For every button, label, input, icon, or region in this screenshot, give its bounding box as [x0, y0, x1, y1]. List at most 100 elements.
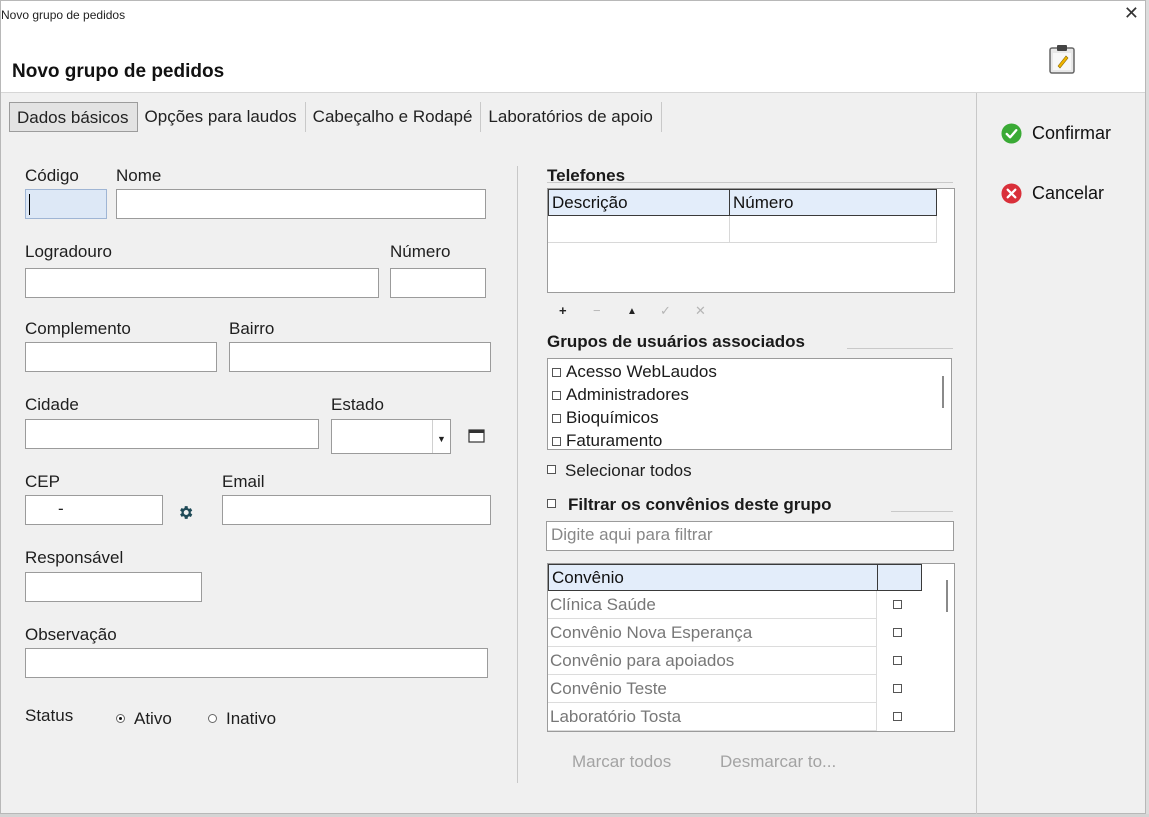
- window-icon[interactable]: [468, 429, 485, 443]
- bairro-field[interactable]: [229, 342, 491, 372]
- table-row[interactable]: Convênio para apoiados: [548, 647, 902, 675]
- dialog-header: Novo grupo de pedidos: [1, 28, 1145, 93]
- table-row[interactable]: Convênio Teste: [548, 675, 902, 703]
- convenio-checkbox[interactable]: [893, 600, 902, 609]
- check-icon[interactable]: ✓: [660, 303, 671, 319]
- cancel-edit-icon[interactable]: ✕: [695, 303, 706, 319]
- col-selecionado[interactable]: [877, 564, 922, 591]
- col-numero[interactable]: Número: [729, 189, 937, 216]
- col-convenio[interactable]: Convênio: [548, 564, 878, 591]
- numero-field[interactable]: [390, 268, 486, 298]
- table-row[interactable]: Convênio Nova Esperança: [548, 619, 902, 647]
- table-row[interactable]: [729, 216, 937, 243]
- convenios-filter-input[interactable]: Digite aqui para filtrar: [546, 521, 954, 551]
- convenio-checkbox[interactable]: [893, 712, 902, 721]
- filtrar-convenios-label[interactable]: Filtrar os convênios deste grupo: [568, 495, 832, 515]
- list-item[interactable]: Administradores: [566, 385, 689, 405]
- table-row[interactable]: Clínica Saúde: [548, 591, 902, 619]
- chevron-down-icon: ▼: [432, 420, 450, 453]
- filtrar-convenios-checkbox[interactable]: [547, 499, 556, 508]
- list-item[interactable]: Faturamento: [566, 431, 662, 449]
- section-divider: [891, 511, 953, 512]
- desmarcar-todos-button[interactable]: Desmarcar to...: [720, 752, 836, 772]
- section-divider: [847, 348, 953, 349]
- estado-select[interactable]: ▼: [331, 419, 451, 454]
- grupo-checkbox[interactable]: [552, 437, 561, 446]
- nome-field[interactable]: [116, 189, 486, 219]
- tab-cabecalho-rodape[interactable]: Cabeçalho e Rodapé: [306, 102, 482, 132]
- table-row[interactable]: Laboratório Tosta: [548, 703, 902, 731]
- grupo-checkbox[interactable]: [552, 391, 561, 400]
- logradouro-field[interactable]: [25, 268, 379, 298]
- grupo-checkbox[interactable]: [552, 414, 561, 423]
- telefones-grid[interactable]: Descrição Número: [547, 188, 955, 293]
- logradouro-label: Logradouro: [25, 242, 112, 261]
- add-icon[interactable]: +: [559, 303, 567, 318]
- move-up-icon[interactable]: ▲: [627, 306, 637, 317]
- convenio-checkbox[interactable]: [893, 656, 902, 665]
- status-label: Status: [25, 706, 74, 725]
- confirm-button[interactable]: Confirmar: [1001, 121, 1131, 147]
- table-row[interactable]: [548, 216, 730, 243]
- tab-bar: Dados básicos Opções para laudos Cabeçal…: [9, 102, 662, 134]
- observacao-label: Observação: [25, 625, 117, 644]
- grupos-list[interactable]: Acesso WebLaudos Administradores Bioquím…: [547, 358, 952, 450]
- convenio-name: Convênio para apoiados: [550, 651, 735, 670]
- codigo-field[interactable]: [25, 189, 107, 219]
- close-icon[interactable]: ✕: [1124, 4, 1139, 22]
- responsavel-label: Responsável: [25, 548, 124, 567]
- column-divider: [517, 166, 518, 783]
- status-ativo-radio[interactable]: [116, 714, 125, 723]
- section-divider: [547, 182, 953, 183]
- status-inativo-radio[interactable]: [208, 714, 217, 723]
- tab-laboratorios-apoio[interactable]: Laboratórios de apoio: [481, 102, 662, 132]
- close-circle-icon: [1001, 183, 1022, 204]
- col-descricao[interactable]: Descrição: [548, 189, 730, 216]
- cancel-label: Cancelar: [1032, 183, 1105, 203]
- estado-label: Estado: [331, 395, 384, 414]
- status-ativo-label[interactable]: Ativo: [134, 709, 172, 729]
- selecionar-todos-label[interactable]: Selecionar todos: [565, 461, 692, 481]
- cep-label: CEP: [25, 472, 60, 491]
- convenio-name: Laboratório Tosta: [550, 707, 682, 726]
- email-field[interactable]: [222, 495, 491, 525]
- complemento-field[interactable]: [25, 342, 217, 372]
- codigo-label: Código: [25, 166, 79, 185]
- cell-divider: [876, 703, 877, 731]
- marcar-todos-button[interactable]: Marcar todos: [572, 752, 671, 772]
- nome-label: Nome: [116, 166, 162, 185]
- cidade-field[interactable]: [25, 419, 319, 449]
- tab-opcoes-laudos[interactable]: Opções para laudos: [138, 102, 306, 132]
- selecionar-todos-checkbox[interactable]: [547, 465, 556, 474]
- remove-icon[interactable]: −: [593, 303, 601, 318]
- grupo-checkbox[interactable]: [552, 368, 561, 377]
- observacao-field[interactable]: [25, 648, 488, 678]
- convenio-checkbox[interactable]: [893, 684, 902, 693]
- status-inativo-label[interactable]: Inativo: [226, 709, 276, 729]
- dialog-window: Novo grupo de pedidos ✕ Novo grupo de pe…: [0, 0, 1146, 815]
- cep-field[interactable]: -: [25, 495, 163, 525]
- responsavel-field[interactable]: [25, 572, 202, 602]
- email-label: Email: [222, 472, 265, 491]
- sidebar-divider: [976, 93, 977, 815]
- numero-label: Número: [390, 242, 451, 261]
- list-item[interactable]: Bioquímicos: [566, 408, 659, 428]
- telefones-title: Telefones: [547, 166, 626, 185]
- cidade-label: Cidade: [25, 395, 79, 414]
- gear-icon[interactable]: [177, 504, 194, 521]
- scrollbar-thumb[interactable]: [946, 580, 948, 612]
- cell-divider: [876, 647, 877, 675]
- cell-divider: [876, 675, 877, 703]
- convenios-grid[interactable]: Convênio Clínica Saúde Convênio Nova Esp…: [547, 563, 955, 732]
- cell-divider: [876, 619, 877, 647]
- scrollbar-thumb[interactable]: [942, 376, 944, 408]
- bairro-label: Bairro: [229, 319, 275, 338]
- cancel-button[interactable]: Cancelar: [1001, 181, 1131, 207]
- convenio-checkbox[interactable]: [893, 628, 902, 637]
- clipboard-icon: [1049, 45, 1075, 74]
- page-title: Novo grupo de pedidos: [12, 61, 225, 82]
- list-item[interactable]: Acesso WebLaudos: [566, 362, 717, 382]
- check-circle-icon: [1001, 123, 1022, 144]
- convenio-name: Clínica Saúde: [550, 595, 656, 614]
- tab-dados-basicos[interactable]: Dados básicos: [9, 102, 138, 132]
